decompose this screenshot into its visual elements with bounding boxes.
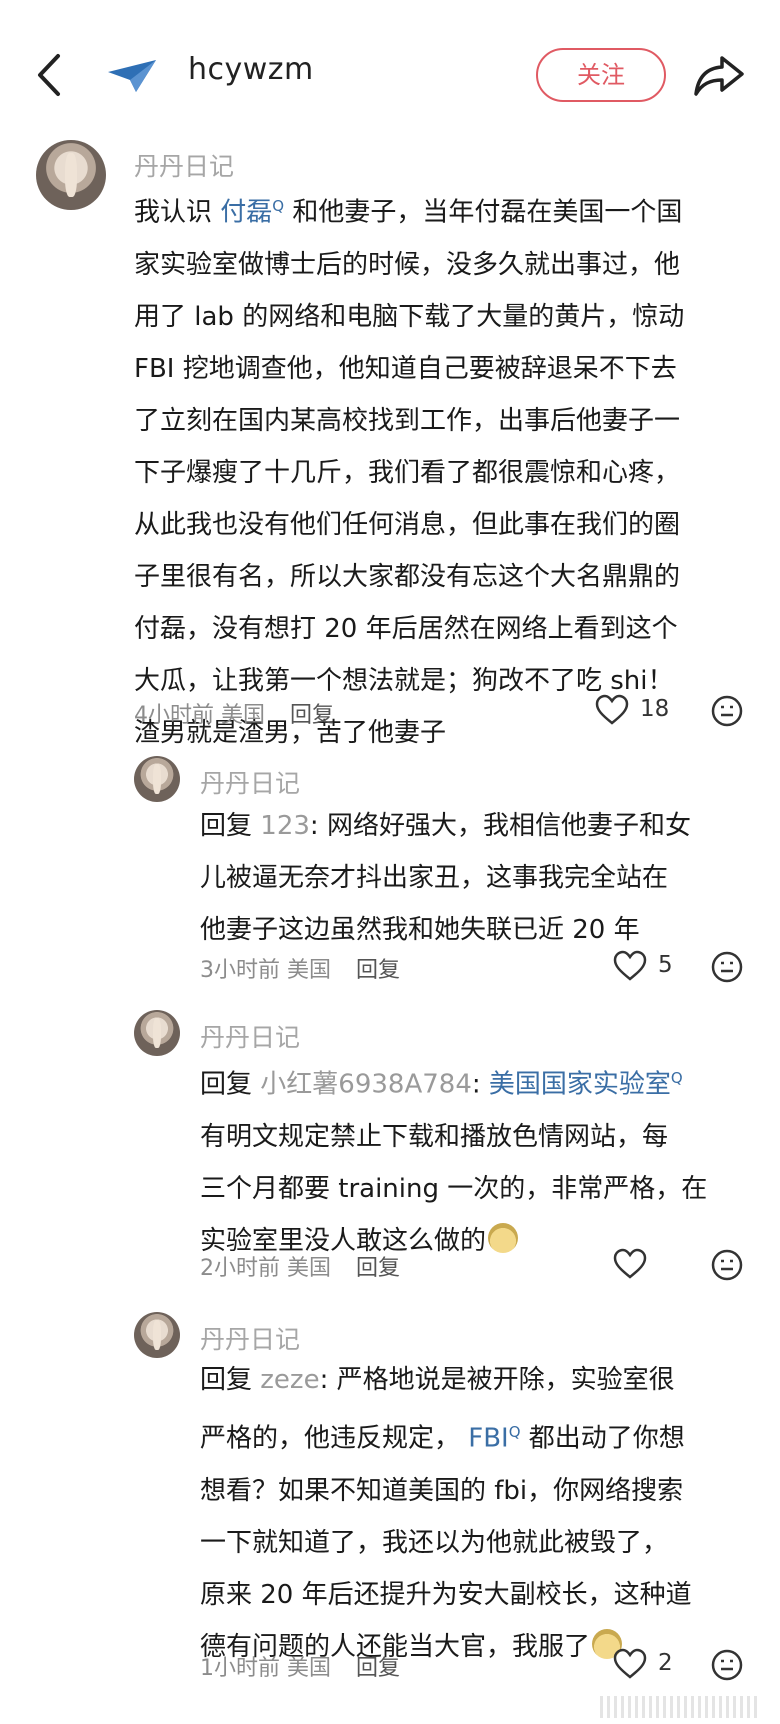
location: 美国 (221, 703, 266, 728)
comment-meta: 3小时前 美国 回复 (200, 952, 400, 984)
location: 美国 (287, 958, 332, 983)
topic-link[interactable]: 美国国家实验室 (489, 1070, 671, 1100)
timestamp: 4小时前 (134, 703, 214, 728)
location: 美国 (287, 1256, 332, 1281)
comment-line: 从此我也没有他们任何消息，但此事在我们的圈 (134, 509, 681, 540)
share-arrow-icon (694, 56, 744, 96)
comment-line: 原来 20 年后还提升为安大副校长，这种道 (200, 1579, 692, 1610)
heart-icon (613, 1248, 647, 1279)
topic-link[interactable]: FBI (468, 1424, 508, 1454)
comment-line: 一下就知道了，我还以为他就此被毁了， (200, 1527, 669, 1558)
reply-button[interactable]: 回复 (356, 958, 400, 983)
face-icon (711, 1649, 743, 1681)
comment-meta: 2小时前 美国 回复 (200, 1250, 400, 1282)
comment-line: 下子爆瘦了十几斤，我们看了都很震惊和心疼， (134, 457, 681, 488)
heart-icon (613, 950, 647, 981)
username: hcywzm (188, 52, 314, 87)
comment-line: 有明文规定禁止下载和播放色情网站，每 (200, 1121, 669, 1152)
share-button[interactable] (692, 52, 746, 98)
emoji-react-button[interactable] (710, 1648, 744, 1682)
location: 美国 (287, 1656, 332, 1681)
comment-text: 回复 123: 网络好强大，我相信他妻子和女 儿被逼无奈才抖出家丑，这事我完全站… (200, 800, 760, 956)
comment-line: FBI 挖地调查他，他知道自己要被辞退呆不下去 (134, 353, 677, 384)
reply-mention[interactable]: 小红薯6938A784 (260, 1070, 472, 1100)
timestamp: 3小时前 (200, 958, 280, 983)
face-icon (711, 1249, 743, 1281)
reply-button[interactable]: 回复 (356, 1656, 400, 1681)
comment-line: 回复 小红薯6938A784: 美国国家实验室Q (200, 1069, 683, 1100)
chevron-left-icon (38, 54, 60, 96)
comment-line: 严格的，他违反规定， FBIQ 都出动了你想 (200, 1423, 685, 1454)
reply-mention[interactable]: zeze (260, 1365, 319, 1395)
paper-plane-icon (106, 58, 158, 94)
timestamp: 2小时前 (200, 1256, 280, 1281)
follow-button[interactable]: 关注 (536, 48, 666, 102)
comment-line: 了立刻在国内某高校找到工作，出事后他妻子一 (134, 405, 681, 436)
comment-line: 我认识 付磊Q 和他妻子，当年付磊在美国一个国 (134, 197, 683, 228)
emoji-react-button[interactable] (710, 694, 744, 728)
avatar (134, 756, 180, 802)
comment-line: 想看？如果不知道美国的 fbi，你网络搜索 (200, 1475, 684, 1506)
comment-text: 回复 小红薯6938A784: 美国国家实验室Q 有明文规定禁止下载和播放色情网… (200, 1052, 760, 1267)
like-button[interactable]: 5 (612, 950, 682, 984)
comment-line: 儿被逼无奈才抖出家丑，这事我完全站在 (200, 863, 669, 893)
emoji-react-button[interactable] (710, 1248, 744, 1282)
like-count: 5 (658, 952, 673, 978)
comment-meta: 4小时前 美国 回复 (134, 697, 334, 729)
comment-author: 丹丹日记 (134, 152, 235, 181)
comment-line: 他妻子这边虽然我和她失联已近 20 年 (200, 915, 640, 945)
reply-mention[interactable]: 123 (260, 811, 310, 841)
comment-line: 回复 zeze: 严格地说是被开除，实验室很 (200, 1365, 675, 1395)
avatar (134, 1312, 180, 1358)
search-icon: Q (272, 197, 285, 215)
comment-author: 丹丹日记 (200, 769, 301, 798)
heart-icon (613, 1648, 647, 1679)
comment-line: 三个月都要 training 一次的，非常严格，在 (200, 1173, 708, 1204)
reply-prefix: 回复 (200, 1365, 253, 1395)
avatar (36, 140, 106, 210)
avatar (134, 1010, 180, 1056)
like-button[interactable] (612, 1248, 652, 1282)
topic-link[interactable]: 付磊 (220, 198, 272, 228)
face-icon (711, 695, 743, 727)
comment-text: 我认识 付磊Q 和他妻子，当年付磊在美国一个国 家实验室做博士后的时候，没多久就… (134, 180, 754, 759)
reply-prefix: 回复 (200, 811, 253, 841)
search-icon: Q (670, 1069, 683, 1087)
comment-meta: 1小时前 美国 回复 (200, 1650, 400, 1682)
reply-button[interactable]: 回复 (290, 703, 334, 728)
like-button[interactable]: 18 (594, 694, 674, 728)
reply-button[interactable]: 回复 (356, 1256, 400, 1281)
search-icon: Q (508, 1423, 521, 1441)
like-count: 2 (658, 1650, 673, 1676)
comment-line: 用了 lab 的网络和电脑下载了大量的黄片，惊动 (134, 301, 685, 332)
watermark (600, 1696, 760, 1718)
timestamp: 1小时前 (200, 1656, 280, 1681)
back-button[interactable] (30, 50, 70, 100)
like-count: 18 (640, 696, 670, 722)
comment-text: 回复 zeze: 严格地说是被开除，实验室很 严格的，他违反规定， FBIQ 都… (200, 1354, 760, 1673)
like-button[interactable]: 2 (612, 1648, 682, 1682)
emoji-react-button[interactable] (710, 950, 744, 984)
comment-line: 回复 123: 网络好强大，我相信他妻子和女 (200, 811, 691, 841)
top-bar: hcywzm 关注 (0, 0, 780, 140)
face-icon (711, 951, 743, 983)
comment-line: 子里很有名，所以大家都没有忘这个大名鼎鼎的 (134, 561, 681, 592)
comment-line: 家实验室做博士后的时候，没多久就出事过，他 (134, 249, 681, 280)
comment-line: 付磊，没有想打 20 年后居然在网络上看到这个 (134, 613, 678, 644)
sticker-emoji-icon (488, 1223, 519, 1254)
reply-prefix: 回复 (200, 1069, 253, 1100)
comment-author: 丹丹日记 (200, 1325, 301, 1354)
heart-icon (595, 694, 629, 725)
comment-author: 丹丹日记 (200, 1023, 301, 1052)
